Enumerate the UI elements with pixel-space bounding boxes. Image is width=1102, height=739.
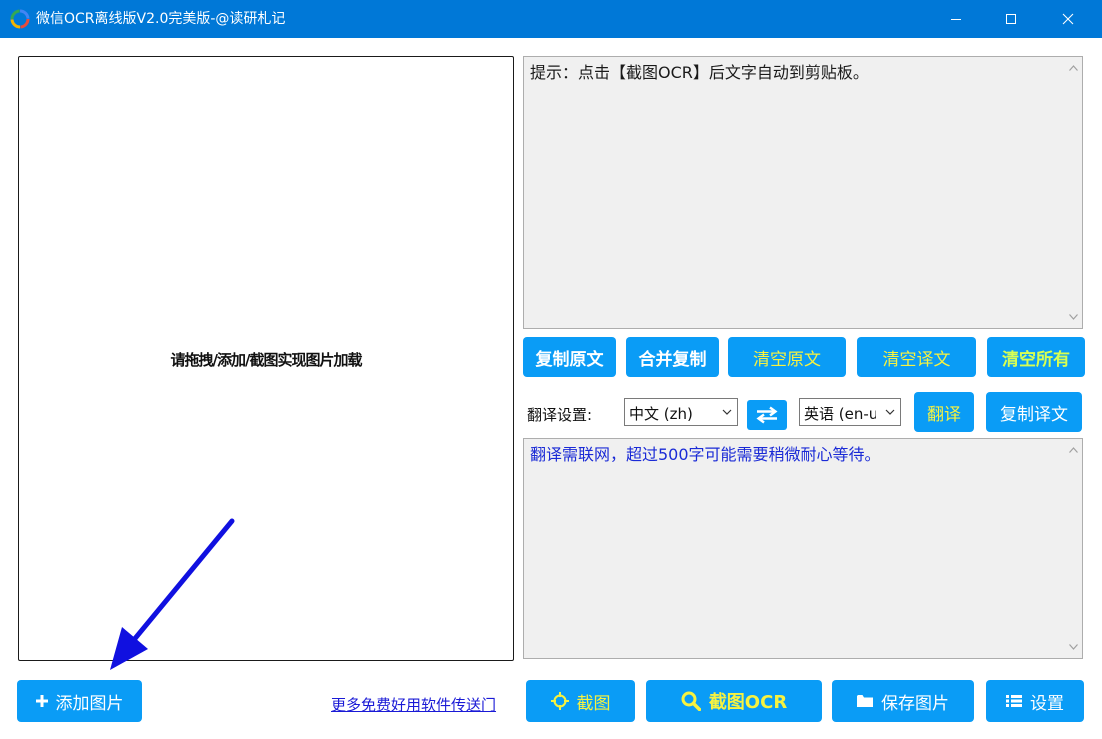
target-language-value: 英语 (en-us) <box>804 405 876 423</box>
scroll-up-icon[interactable] <box>1069 447 1078 453</box>
copy-original-button[interactable]: 复制原文 <box>523 337 616 377</box>
scroll-down-icon[interactable] <box>1069 644 1078 650</box>
swap-arrows-icon <box>756 406 778 424</box>
minimize-icon <box>951 19 961 20</box>
crosshair-icon <box>550 692 569 710</box>
translation-scrollbar[interactable] <box>1065 439 1082 658</box>
clear-translation-button[interactable]: 清空译文 <box>857 337 976 377</box>
scroll-up-icon[interactable] <box>1069 65 1078 71</box>
chevron-down-icon <box>885 409 895 415</box>
plus-icon <box>35 695 48 707</box>
close-button[interactable] <box>1045 0 1091 38</box>
swap-languages-button[interactable] <box>747 400 787 430</box>
screenshot-ocr-label: 截图OCR <box>708 692 788 713</box>
translation-result-text: 翻译需联网，超过500字可能需要稍微耐心等待。 <box>530 445 881 464</box>
screenshot-button[interactable]: 截图 <box>526 680 635 722</box>
screenshot-ocr-button[interactable]: 截图OCR <box>646 680 822 722</box>
close-icon <box>1062 13 1074 25</box>
ocr-result-text: 提示：点击【截图OCR】后文字自动到剪贴板。 <box>530 63 869 82</box>
title-bar: 微信OCR离线版V2.0完美版-@读研札记 <box>0 0 1102 38</box>
app-logo-icon <box>10 9 30 29</box>
drop-hint-text: 请拖拽/添加/截图实现图片加载 <box>170 351 363 369</box>
ocr-result-textarea[interactable]: 提示：点击【截图OCR】后文字自动到剪贴板。 <box>523 56 1083 329</box>
folder-icon <box>857 694 873 708</box>
translate-button[interactable]: 翻译 <box>914 392 974 432</box>
annotation-arrow-icon <box>110 518 235 670</box>
clear-all-button[interactable]: 清空所有 <box>987 337 1085 377</box>
maximize-icon <box>1006 14 1016 24</box>
translation-result-textarea[interactable]: 翻译需联网，超过500字可能需要稍微耐心等待。 <box>523 438 1083 659</box>
target-language-select[interactable]: 英语 (en-us) <box>799 398 901 426</box>
screenshot-label: 截图 <box>576 693 611 714</box>
chevron-down-icon <box>722 409 732 415</box>
search-icon <box>681 691 701 711</box>
source-language-value: 中文 (zh) <box>629 405 693 423</box>
more-software-link[interactable]: 更多免费好用软件传送门 <box>331 694 496 715</box>
save-image-button[interactable]: 保存图片 <box>832 680 974 722</box>
save-image-label: 保存图片 <box>881 693 949 714</box>
maximize-button[interactable] <box>988 0 1034 38</box>
settings-button[interactable]: 设置 <box>986 680 1084 722</box>
clear-original-button[interactable]: 清空原文 <box>728 337 846 377</box>
window-title: 微信OCR离线版V2.0完美版-@读研札记 <box>36 11 286 27</box>
scroll-down-icon[interactable] <box>1069 314 1078 320</box>
list-icon <box>1006 694 1022 708</box>
translate-settings-label: 翻译设置: <box>527 406 593 424</box>
settings-label: 设置 <box>1030 693 1064 714</box>
source-language-select[interactable]: 中文 (zh) <box>624 398 738 426</box>
add-image-label: 添加图片 <box>55 693 124 714</box>
ocr-scrollbar[interactable] <box>1065 57 1082 328</box>
copy-translation-button[interactable]: 复制译文 <box>986 392 1082 432</box>
minimize-button[interactable] <box>933 0 979 38</box>
merge-copy-button[interactable]: 合并复制 <box>626 337 719 377</box>
add-image-button[interactable]: 添加图片 <box>17 680 142 722</box>
image-drop-area[interactable]: 请拖拽/添加/截图实现图片加载 <box>18 56 514 661</box>
